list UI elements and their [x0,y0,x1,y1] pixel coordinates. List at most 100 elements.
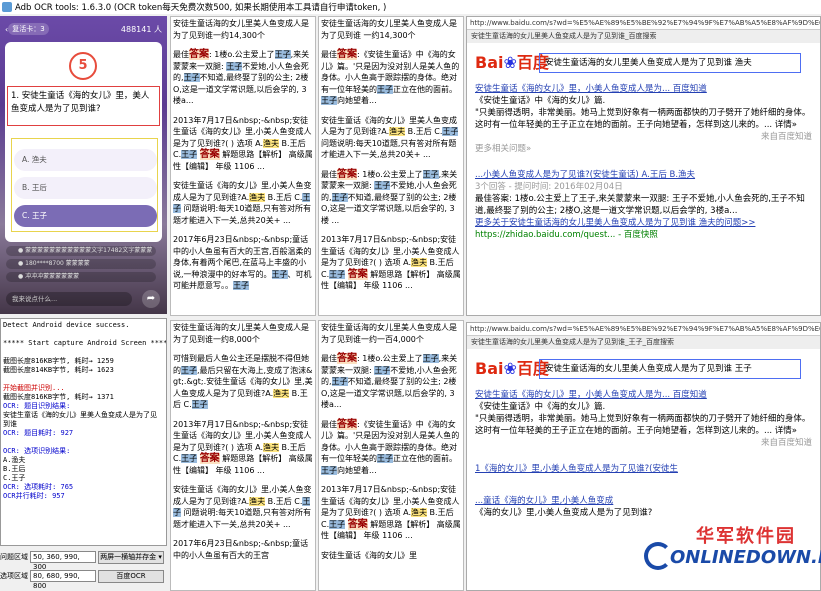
result-pane-1: 安徒生童话海的女儿里美人鱼变成人是为了见到谁一约14,300个 最佳答案: 1楼o… [170,16,316,316]
result-2: 1《海的女儿》里,小美人鱼变成人是为了见谁?(安徒生 [467,463,820,475]
chat-input[interactable]: 我来说点什么... [6,292,132,306]
result-link[interactable]: 安徒生童话《海的女儿》里，小美人鱼变成人是为... 百度知道 [475,84,707,94]
options-region-label: 选项区域 [0,572,28,580]
browser-top: http://www.baidu.com/s?wd=%E5%AE%89%E5%B… [466,16,821,316]
result-more-link[interactable]: 更多关于安徒生童话海的女儿里美人鱼变成人是为了见到谁 渔夫的问题>> [475,218,755,228]
result-link[interactable]: ...小美人鱼变成人是为了见谁?(安徒生童话) A.王后 B.渔夫 [475,170,695,180]
result-snippet: 安徒生童话海的女儿里美人鱼变成人是为了见到谁一约14,300个 [173,19,309,40]
title-bar: Adb OCR tools: 1.6.3.0 (OCR token每天免费次数5… [0,0,821,14]
highlight-fisherman: 渔夫 [389,127,406,136]
result-snippet: 可惜到最后人鱼公主还是摆脱不得但她的王子,最后只留在大海上,变成了泡沫&gt;.… [173,354,313,409]
log-line: A.渔夫 [3,456,26,464]
watermark-cn: 华军软件园 [696,526,796,547]
highlight-prince: 王子 [233,281,249,290]
result-pane-4: 安徒生童话海的女儿里美人鱼变成人是为了见到谁一约一百4,000个最佳答案: 1楼… [318,320,464,591]
option-b[interactable]: B. 王后 [14,177,157,199]
tab-title[interactable]: 安徒生童话海的女儿里美人鱼变成人是为了见到谁_王子_百度搜索 [467,336,820,349]
result-body: "只美丽得透明，非常美丽。她马上觉到好象有一柄两面都快的刀子劈开了她纤细的身体。… [475,414,811,436]
log-line: B.王后 [3,465,26,473]
log-line: OCR: 题目耗时: 927 [3,429,74,437]
result-snippet: 安徒生童话《海的女儿》里,小美人鱼变成人是为了见到谁?A.渔夫 B.王后 C.王… [173,485,312,529]
result-snippet: 最佳答案:《安徒生童话》中《海的女儿》篇。'只是因为没对别人是美人鱼的身体。小人… [321,49,460,105]
app-icon [2,2,12,12]
question-region-input[interactable]: 50, 360, 990, 300 [30,551,96,571]
result-3: ...童话《海的女儿》里,小美人鱼变成 《海的女儿》里,小美人鱼变成人是为了见到… [467,495,820,519]
highlight-fisherman: 渔夫 [411,258,427,267]
result-snippet: 最佳答案: 1楼o.公主爱上了王子,来关蒙蒙来一双腿: 王子不爱她,小人鱼会死的… [321,353,458,409]
more-link[interactable]: 更多相关问题» [475,143,812,155]
result-snippet: 2013年7月17日&nbsp;-&nbsp;安徒生童话《海的女儿》里,小美人鱼… [321,235,461,290]
highlight-answer: 答案 [337,168,357,180]
revive-card-badge: 复活卡：3 [8,23,49,35]
highlight-prince: 王子 [331,192,348,202]
option-c[interactable]: C. 王子 [14,205,157,227]
log-line: 截图长度816KB字节, 耗时→ 1371 [3,393,114,401]
mode-select[interactable]: 两屏一横轴并存金 ▾ [98,550,164,564]
result-body: "只美丽得透明，非常美丽。她马上觉到好象有一柄两面都快的刀子劈开了她纤细的身体。… [475,108,811,130]
result-snippet: 安徒生童话海的女儿里美人鱼变成人是为了见到谁一约一百4,000个 [321,323,457,344]
result-link[interactable]: 安徒生童话《海的女儿》里，小美人鱼变成人是为... 百度知道 [475,390,707,400]
log-line: C.王子 [3,474,26,482]
highlight-fisherman: 渔夫 [273,388,290,398]
option-a[interactable]: A. 渔夫 [14,149,157,171]
question-card: 5 1. 安徒生童话《海的女儿》里，美人鱼变成人是为了见到谁? A. 渔夫 B.… [5,42,162,242]
phone-screen-capture: ‹ 复活卡：3 488141 人 5 1. 安徒生童话《海的女儿》里，美人鱼变成… [0,16,167,314]
highlight-prince: 王子 [331,377,348,386]
highlight-prince: 王子 [377,84,393,94]
highlight-fisherman: 渔夫 [263,138,279,148]
options-region-input[interactable]: 80, 680, 990, 800 [30,570,96,590]
log-line: OCR: 选项耗时: 765 [3,483,74,491]
highlight-answer: 答案 [347,268,368,280]
result-body: 最佳答案: 1楼o.公主爱上了王子,来关蒙蒙来一双腿: 王子不爱她,小人鱼会死的… [475,194,805,216]
log-console: Detect Android device success. ***** Sta… [0,318,167,546]
log-line: OCR并行耗时: 957 [3,492,65,500]
highlight-prince: 王子 [374,365,391,375]
highlight-prince: 王子 [181,150,198,159]
result-snippet: 安徒生童话《海的女儿》里,小美人鱼变成人是为了见到谁?A.渔夫 B.王后 C.王… [173,181,312,225]
address-bar[interactable]: http://www.baidu.com/s?wd=%E5%AE%89%E5%B… [467,323,820,336]
log-line: 开始截图并识别... [3,384,65,392]
result-link[interactable]: ...童话《海的女儿》里,小美人鱼变成 [475,496,613,506]
search-header: Bai❀百度 安徒生童话海的女儿里美人鱼变成人是为了见到谁 王子 [467,349,820,389]
viewer-count: 488141 人 [120,24,162,34]
highlight-prince: 王子 [377,454,393,463]
highlight-prince: 王子 [329,269,346,279]
result-snippet: 安徒生童话《海的女儿》里美人鱼变成人是为了见到谁?A.渔夫 B.王后 C.王子 … [321,115,459,159]
highlight-prince: 王子 [271,269,288,279]
result-body: 《海的女儿》里,小美人鱼变成人是为了见到谁? [475,508,653,518]
highlight-prince: 王子 [191,400,208,409]
highlight-answer: 答案 [337,418,357,430]
highlight-prince: 王子 [321,465,337,475]
chat-message: ● 180****8700 蒙蒙蒙蒙 [6,259,156,269]
watermark-en: ONLINEDOWN.NET [670,547,821,568]
highlight-fisherman: 渔夫 [249,192,266,202]
highlight-prince: 王子 [422,169,439,179]
highlight-answer: 答案 [337,353,357,364]
watermark-logo: 华军软件园 ONLINEDOWN.NET [640,520,821,586]
result-link[interactable]: 1《海的女儿》里,小美人鱼变成人是为了见谁?(安徒生 [475,464,678,474]
log-line: Detect Android device success. [3,321,130,329]
highlight-prince: 王子 [321,96,337,105]
paw-icon: ❀ [503,53,517,72]
search-input[interactable]: 安徒生童话海的女儿里美人鱼变成人是为了见到谁 渔夫 [539,53,801,73]
result-snippet: 最佳答案: 1楼o.公主爱上了王子,来关蒙蒙来一双腿: 王子不爱她,小人鱼会死的… [321,168,458,225]
chat-message: ● 蒙蒙蒙蒙蒙蒙蒙蒙蒙蒙蒙文字17482文字蒙蒙蒙 [6,246,156,256]
log-line: OCR: 题目识别结果: [3,402,71,410]
phone-top-bar: ‹ 复活卡：3 488141 人 [0,16,167,42]
log-line: 截图长度816KB字节, 耗时→ 1259 [3,357,114,365]
baidu-ocr-button[interactable]: 百度OCR [98,569,164,583]
result-sub: 《安徒生童话》中《海的女儿》篇. [475,96,606,106]
share-icon[interactable]: ➦ [142,290,160,308]
highlight-answer: 答案 [337,49,357,60]
address-bar[interactable]: http://www.baidu.com/s?wd=%E5%AE%89%E5%B… [467,17,820,30]
search-input[interactable]: 安徒生童话海的女儿里美人鱼变成人是为了见到谁 王子 [539,359,801,379]
result-2: ...小美人鱼变成人是为了见谁?(安徒生童话) A.王后 B.渔夫 3个回答 -… [467,169,820,241]
result-pane-2: 安徒生童话海的女儿里美人鱼变成人是为了见到谁 一约14,300个 最佳答案:《安徒… [318,16,464,316]
result-url[interactable]: https://zhidao.baidu.com/quest... - 百度快照 [475,229,812,241]
result-pane-3: 安徒生童话海的女儿里美人鱼变成人是为了见到谁一约8,000个 可惜到最后人鱼公主还… [170,320,316,591]
tab-title[interactable]: 安徒生童话海的女儿里美人鱼变成人是为了见到谁_百度搜索 [467,30,820,43]
